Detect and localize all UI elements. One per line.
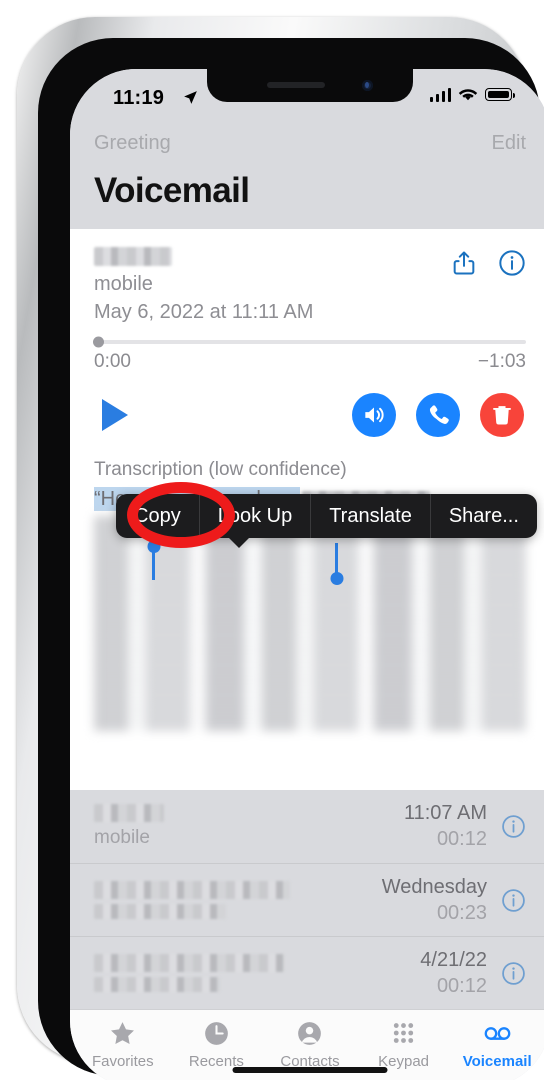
row-duration: 00:12 <box>436 828 487 850</box>
context-menu-share[interactable]: Share... <box>431 494 537 538</box>
tab-voicemail[interactable]: Voicemail <box>455 1019 539 1070</box>
voicemail-icon <box>484 1027 511 1040</box>
voicemail-list: mobile 11:07 AM 00:12 Wednesday 00:23 4/… <box>70 790 544 1009</box>
table-row[interactable]: Wednesday 00:23 <box>70 863 544 936</box>
tab-keypad[interactable]: Keypad <box>362 1019 446 1070</box>
voicemail-datetime: May 6, 2022 at 11:11 AM <box>94 301 314 323</box>
table-row[interactable]: mobile 11:07 AM 00:12 <box>70 790 544 863</box>
row-name-redacted <box>94 881 290 899</box>
home-indicator[interactable] <box>232 1067 388 1073</box>
speaker-icon <box>365 407 384 423</box>
elapsed-time: 0:00 <box>94 351 131 372</box>
row-time: 4/21/22 <box>420 948 487 971</box>
row-duration: 00:23 <box>436 901 487 924</box>
front-camera-icon <box>362 80 373 91</box>
transcription-label: Transcription (low confidence) <box>94 459 347 480</box>
row-subtitle-redacted <box>94 977 220 992</box>
wifi-icon <box>458 89 478 101</box>
selection-handle-start[interactable] <box>152 550 155 580</box>
selection-handle-end[interactable] <box>335 543 338 575</box>
voicemail-detail-card: mobile May 6, 2022 at 11:11 AM 0:00 −1:0… <box>70 229 544 455</box>
person-icon <box>298 1022 322 1045</box>
speaker-button[interactable] <box>352 393 396 437</box>
keypad-icon <box>393 1023 414 1043</box>
playback-controls <box>94 373 526 445</box>
phone-label: mobile <box>94 273 153 295</box>
page-title: Voicemail <box>94 171 250 210</box>
status-time: 11:19 <box>113 87 165 109</box>
tab-recents[interactable]: Recents <box>174 1019 258 1070</box>
status-indicators <box>429 87 516 102</box>
notch <box>207 69 413 102</box>
phone-icon <box>429 405 449 424</box>
remaining-time: −1:03 <box>477 351 526 372</box>
tab-label: Favorites <box>91 1053 154 1070</box>
tab-contacts[interactable]: Contacts <box>268 1019 352 1070</box>
voicemail-app: Greeting Edit Voicemail mobile May 6, 20… <box>70 69 544 1080</box>
share-icon[interactable] <box>450 249 478 277</box>
detail-contact-block: mobile May 6, 2022 at 11:11 AM <box>94 247 313 326</box>
context-menu-translate[interactable]: Translate <box>311 494 431 538</box>
row-subtitle-redacted <box>94 904 226 919</box>
star-icon <box>111 1022 135 1045</box>
row-subtitle: mobile <box>94 827 150 848</box>
callback-button[interactable] <box>416 393 460 437</box>
play-icon[interactable] <box>102 399 128 431</box>
device-frame: 11:19 Greeting Edit Voicemail mobile May… <box>17 17 544 1080</box>
battery-icon <box>485 88 516 101</box>
playback-scrubber[interactable]: 0:00 −1:03 <box>93 326 526 373</box>
earpiece-speaker-icon <box>267 82 325 88</box>
greeting-button[interactable]: Greeting <box>94 132 171 155</box>
row-name-redacted <box>94 804 164 822</box>
info-circle-icon[interactable] <box>501 888 526 913</box>
context-menu-look-up[interactable]: Look Up <box>200 494 312 538</box>
contact-name-redacted <box>94 247 172 266</box>
info-circle-icon[interactable] <box>501 814 526 839</box>
row-duration: 00:12 <box>436 974 487 997</box>
device-screen: 11:19 Greeting Edit Voicemail mobile May… <box>70 69 544 1080</box>
text-context-menu: Copy Look Up Translate Share... <box>116 494 537 538</box>
scrubber-handle[interactable] <box>93 336 104 348</box>
cellular-signal-icon <box>429 87 451 102</box>
context-menu-arrow <box>228 537 250 548</box>
edit-button[interactable]: Edit <box>492 132 526 155</box>
detail-actions <box>450 247 526 277</box>
clock-icon <box>205 1022 228 1045</box>
table-row[interactable]: 4/21/22 00:12 <box>70 936 544 1009</box>
scrubber-track[interactable] <box>93 336 526 348</box>
row-time: Wednesday <box>381 875 487 898</box>
info-circle-icon[interactable] <box>501 961 526 986</box>
tab-label: Voicemail <box>462 1053 532 1070</box>
location-arrow-icon <box>184 91 197 104</box>
context-menu-copy[interactable]: Copy <box>116 494 200 538</box>
info-circle-icon[interactable] <box>498 249 526 277</box>
delete-button[interactable] <box>480 393 524 437</box>
device-bezel: 11:19 Greeting Edit Voicemail mobile May… <box>38 38 544 1080</box>
screenshot-root: 11:19 Greeting Edit Voicemail mobile May… <box>0 0 544 1080</box>
row-name-redacted <box>94 954 284 972</box>
row-time: 11:07 AM <box>403 802 487 824</box>
trash-icon <box>493 406 511 425</box>
tab-favorites[interactable]: Favorites <box>81 1019 165 1070</box>
